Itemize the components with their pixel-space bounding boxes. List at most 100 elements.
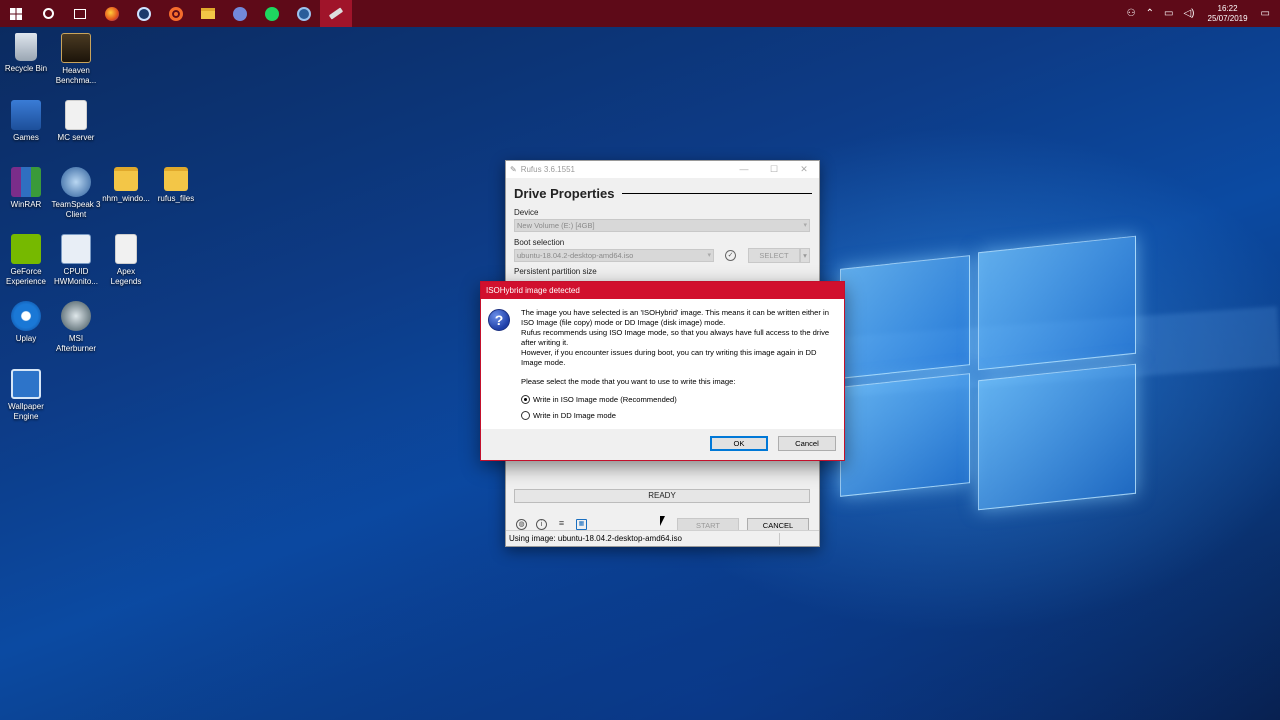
volume-icon[interactable]: ◁)	[1183, 8, 1194, 19]
iso-mode-label: Write in ISO Image mode (Recommended)	[533, 395, 677, 404]
notifications-icon[interactable]: ▭	[1261, 8, 1270, 19]
option-dd-mode[interactable]: Write in DD Image mode	[521, 411, 616, 420]
discord-icon[interactable]	[224, 0, 256, 27]
desktop-icon-nhm-folder[interactable]: nhm_windo...	[101, 167, 151, 204]
desktop-icon-label: Games	[13, 133, 39, 142]
origin-icon[interactable]	[160, 0, 192, 27]
winrar-icon	[11, 167, 41, 197]
ok-button[interactable]: OK	[710, 436, 768, 451]
desktop-icon-label: WinRAR	[10, 200, 42, 209]
desktop-icon-mc-server[interactable]: MC server	[51, 100, 101, 143]
desktop-icon-apex-legends[interactable]: Apex Legends	[101, 234, 151, 287]
spotify-icon[interactable]	[256, 0, 288, 27]
dialog-title[interactable]: ISOHybrid image detected	[481, 282, 844, 299]
dialog-body: ? The image you have selected is an 'ISO…	[481, 299, 844, 430]
dialog-cancel-button[interactable]: Cancel	[778, 436, 836, 451]
firefox-icon[interactable]	[96, 0, 128, 27]
option-iso-mode[interactable]: Write in ISO Image mode (Recommended)	[521, 395, 677, 404]
select-button[interactable]: SELECT	[748, 248, 800, 263]
document-icon	[65, 100, 87, 130]
desktop-icon-label: Recycle Bin	[4, 64, 48, 73]
system-tray: ⚇ ⌃ ▭ ◁) 16:22 25/07/2019 ▭	[1122, 0, 1280, 27]
desktop-icon-label: CPUID HWMonito...	[53, 267, 98, 286]
section-title: Drive Properties	[514, 186, 812, 201]
desktop-icon-label: Uplay	[15, 334, 37, 343]
chevron-down-icon: ▾	[707, 252, 711, 259]
desktop-icon-label: nhm_windo...	[102, 194, 150, 203]
message-paragraph-2: Rufus recommends using ISO Image mode, s…	[521, 328, 830, 347]
persistent-partition-label: Persistent partition size	[514, 267, 597, 276]
iso-mode-radio[interactable]	[521, 395, 530, 404]
wallpaper-engine-icon	[11, 369, 41, 399]
desktop-icon-wallpaper-engine[interactable]: Wallpaper Engine	[1, 369, 51, 422]
msi-afterburner-icon	[61, 301, 91, 331]
taskbar: ⚇ ⌃ ▭ ◁) 16:22 25/07/2019 ▭	[0, 0, 1280, 27]
question-icon: ?	[488, 309, 510, 331]
isohybrid-dialog: ISOHybrid image detected ? The image you…	[480, 281, 845, 461]
desktop-icon-label: Apex Legends	[110, 267, 142, 286]
desktop-icon-games[interactable]: Games	[1, 100, 51, 143]
teamspeak-icon	[61, 167, 91, 197]
desktop-icon-label: GeForce Experience	[5, 267, 47, 286]
close-button[interactable]: ✕	[789, 164, 819, 175]
rufus-app-icon: ✎	[510, 165, 517, 174]
heaven-benchmark-icon	[61, 33, 91, 63]
desktop-icon-winrar[interactable]: WinRAR	[1, 167, 51, 210]
globe-icon[interactable]: ◍	[516, 519, 527, 530]
desktop-icon-heaven-benchmark[interactable]: Heaven Benchma...	[51, 33, 101, 86]
checkmark-icon[interactable]: ✓	[725, 250, 736, 261]
desktop-icon-msi-afterburner[interactable]: MSI Afterburner	[51, 301, 101, 354]
desktop-icon-rufus-files[interactable]: rufus_files	[151, 167, 201, 204]
rufus-window-title: Rufus 3.6.1551	[520, 165, 575, 174]
steelseries-icon[interactable]	[288, 0, 320, 27]
dialog-footer: OK Cancel	[481, 429, 844, 460]
status-bar-text: Using image: ubuntu-18.04.2-desktop-amd6…	[509, 534, 682, 543]
desktop-icon-label: rufus_files	[157, 194, 195, 203]
desktop-icon-label: MSI Afterburner	[55, 334, 97, 353]
cortana-circle-icon[interactable]	[32, 0, 64, 27]
desktop-icon-label: TeamSpeak 3 Client	[51, 200, 101, 219]
section-title-text: Drive Properties	[514, 186, 615, 201]
recycle-bin-icon	[15, 33, 37, 61]
maximize-button[interactable]: ☐	[759, 164, 789, 175]
clock-date: 25/07/2019	[1207, 13, 1248, 23]
desktop-icon-label: MC server	[57, 133, 95, 142]
chevron-up-icon[interactable]: ⌃	[1146, 8, 1154, 19]
desktop-icon-uplay[interactable]: Uplay	[1, 301, 51, 344]
desktop-icon-teamspeak[interactable]: TeamSpeak 3 Client	[51, 167, 101, 220]
boot-selection-select[interactable]: ubuntu-18.04.2-desktop-amd64.iso ▾	[514, 249, 714, 262]
chevron-down-icon: ▾	[803, 222, 807, 229]
windows-start-icon[interactable]	[0, 0, 32, 27]
status-progress-bar: READY	[514, 489, 810, 503]
status-bar-divider	[779, 533, 780, 545]
device-select[interactable]: New Volume (E:) [4GB] ▾	[514, 219, 810, 232]
dd-mode-label: Write in DD Image mode	[533, 411, 616, 420]
cpuid-icon	[61, 234, 91, 264]
info-icon[interactable]: i	[536, 519, 547, 530]
boot-selection-value: ubuntu-18.04.2-desktop-amd64.iso	[517, 251, 634, 260]
uplay-icon	[11, 301, 41, 331]
folder-icon	[164, 167, 188, 191]
file-explorer-icon[interactable]	[192, 0, 224, 27]
desktop-icon-label: Heaven Benchma...	[55, 66, 97, 85]
minimize-button[interactable]: —	[729, 164, 759, 175]
desktop-icon-geforce[interactable]: GeForce Experience	[1, 234, 51, 287]
settings-sliders-icon[interactable]: ≡	[556, 519, 567, 530]
status-text: READY	[648, 491, 676, 500]
network-icon[interactable]: ▭	[1164, 8, 1173, 19]
steam-icon[interactable]	[128, 0, 160, 27]
people-icon[interactable]: ⚇	[1127, 8, 1136, 19]
desktop-icon-recycle-bin[interactable]: Recycle Bin	[1, 33, 51, 74]
dd-mode-radio[interactable]	[521, 411, 530, 420]
log-icon[interactable]: ▦	[576, 519, 587, 530]
mode-prompt: Please select the mode that you want to …	[521, 377, 736, 386]
clock-time: 16:22	[1217, 3, 1238, 13]
dialog-message: The image you have selected is an 'ISOHy…	[521, 308, 839, 368]
desktop-icon-cpuid[interactable]: CPUID HWMonito...	[51, 234, 101, 287]
select-dropdown-button[interactable]: ▾	[800, 248, 810, 263]
rufus-icon[interactable]	[320, 0, 352, 27]
status-bar: Using image: ubuntu-18.04.2-desktop-amd6…	[506, 530, 819, 546]
rufus-titlebar[interactable]: ✎ Rufus 3.6.1551 — ☐ ✕	[506, 161, 819, 178]
task-view-icon[interactable]	[64, 0, 96, 27]
clock[interactable]: 16:22 25/07/2019	[1208, 4, 1248, 24]
